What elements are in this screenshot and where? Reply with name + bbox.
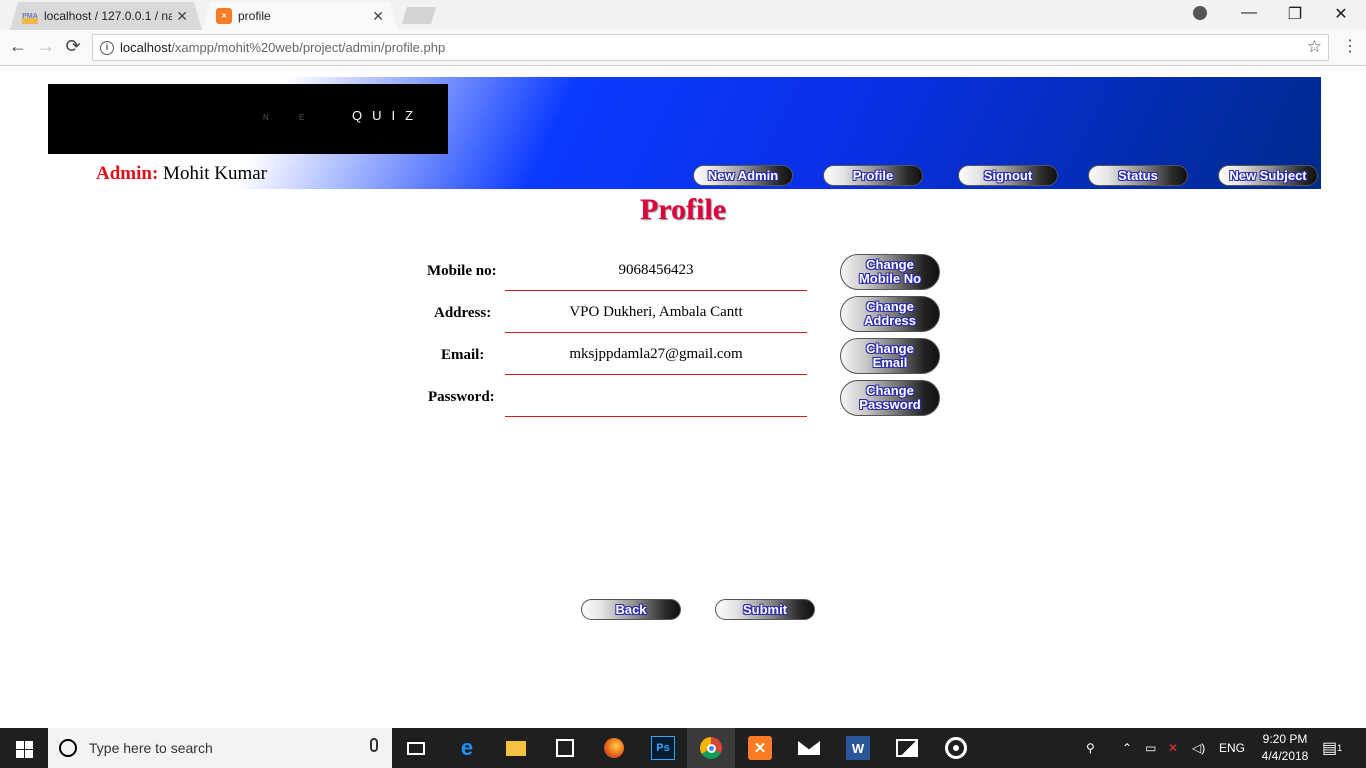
new-tab-button[interactable]	[402, 7, 436, 24]
admin-name: Mohit Kumar	[163, 163, 268, 184]
microphone-icon[interactable]	[370, 738, 378, 752]
change-email-line2: Email	[872, 355, 908, 370]
action-center-icon[interactable]: ▤ 1	[1322, 728, 1342, 768]
task-view-icon[interactable]	[404, 736, 428, 760]
browser-tab-bar: PMA localhost / 127.0.0.1 / na ✕ ✕ profi…	[0, 0, 1366, 30]
change-address-button[interactable]: Change Address	[840, 296, 940, 332]
change-email-button[interactable]: Change Email	[840, 338, 940, 374]
system-clock[interactable]: 9:20 PM 4/4/2018	[1258, 731, 1312, 765]
back-button[interactable]: Back	[581, 599, 681, 620]
info-icon[interactable]: i	[100, 40, 114, 55]
change-password-line2: Password	[859, 397, 921, 412]
address-value: VPO Dukheri, Ambala Cantt	[569, 304, 743, 320]
windows-taskbar: Type here to search e Ps ✕ W ⚲ ⌃ ▭ ✕ ◁) …	[0, 728, 1366, 768]
taskbar-search[interactable]: Type here to search	[48, 728, 392, 768]
profile-button[interactable]: Profile	[823, 165, 923, 186]
notification-count: 1	[1337, 743, 1343, 753]
password-underline	[505, 416, 807, 417]
restore-button[interactable]: ❐	[1272, 4, 1318, 24]
site-logo: N E QUIZ	[48, 84, 448, 154]
change-address-line2: Address	[863, 313, 917, 328]
logo-faint-text: N E	[263, 113, 319, 122]
tab-phpmyadmin[interactable]: PMA localhost / 127.0.0.1 / na ✕	[10, 2, 202, 30]
mobile-label: Mobile no:	[427, 263, 497, 279]
bookmark-star-icon[interactable]: ☆	[1307, 37, 1322, 57]
tab-title: profile	[238, 9, 271, 23]
tab-profile[interactable]: ✕ profile ✕	[202, 2, 398, 30]
address-label: Address:	[434, 305, 492, 321]
xampp-icon[interactable]: ✕	[748, 736, 772, 760]
address-bar[interactable]: i localhost/xampp/mohit%20web/project/ad…	[92, 34, 1329, 61]
network-icon[interactable]: ✕	[1168, 728, 1178, 768]
word-icon[interactable]: W	[846, 736, 870, 760]
url-path: /xampp/mohit%20web/project/admin/profile…	[171, 40, 446, 55]
status-button[interactable]: Status	[1088, 165, 1188, 186]
start-button[interactable]	[0, 728, 48, 768]
volume-icon[interactable]: ◁)	[1192, 728, 1205, 768]
mail-icon[interactable]	[797, 736, 821, 760]
tab-title: localhost / 127.0.0.1 / na	[44, 9, 172, 23]
clock-date: 4/4/2018	[1261, 749, 1309, 763]
change-password-line1: Change	[866, 383, 914, 398]
page-title: Profile	[639, 193, 727, 226]
forward-icon[interactable]: →	[35, 36, 57, 57]
new-admin-button[interactable]: New Admin	[693, 165, 793, 186]
store-icon[interactable]	[553, 736, 577, 760]
url-host: localhost	[120, 40, 172, 55]
back-icon[interactable]: ←	[7, 36, 29, 57]
groove-icon[interactable]	[944, 736, 968, 760]
new-subject-button[interactable]: New Subject	[1218, 165, 1318, 186]
logo-text: QUIZ	[352, 108, 424, 123]
change-email-line1: Change	[866, 341, 914, 356]
cortana-icon	[59, 739, 77, 757]
minimize-button[interactable]: —	[1226, 4, 1272, 22]
address-underline	[505, 332, 807, 333]
search-placeholder: Type here to search	[89, 740, 213, 756]
chrome-icon[interactable]	[699, 736, 723, 760]
edge-icon[interactable]: e	[455, 735, 479, 760]
phpmyadmin-icon: PMA	[22, 8, 38, 24]
xampp-icon: ✕	[216, 8, 232, 24]
photoshop-icon[interactable]: Ps	[651, 736, 675, 760]
firefox-icon[interactable]	[602, 736, 626, 760]
mobile-value: 9068456423	[618, 262, 694, 278]
change-mobile-line1: Change	[866, 257, 914, 272]
battery-icon[interactable]: ▭	[1145, 728, 1156, 768]
change-address-line1: Change	[866, 299, 914, 314]
close-tab-icon[interactable]: ✕	[176, 8, 188, 25]
browser-menu-icon[interactable]: ⋮	[1342, 36, 1358, 56]
photos-icon[interactable]	[895, 736, 919, 760]
people-icon[interactable]: ⚲	[1086, 728, 1095, 768]
admin-label: Admin:	[96, 163, 159, 184]
email-label: Email:	[441, 347, 485, 363]
user-profile-icon[interactable]	[1193, 6, 1207, 20]
reload-icon[interactable]: ⟳	[62, 36, 84, 57]
email-underline	[505, 374, 807, 375]
change-mobile-line2: Mobile No	[858, 271, 922, 286]
browser-toolbar: ← → ⟳ i localhost/xampp/mohit%20web/proj…	[0, 30, 1366, 66]
clock-time: 9:20 PM	[1262, 732, 1308, 746]
change-mobile-button[interactable]: Change Mobile No	[840, 254, 940, 290]
email-value: mksjppdamla27@gmail.com	[569, 346, 743, 362]
show-hidden-icons[interactable]: ⌃	[1122, 728, 1132, 768]
change-password-button[interactable]: Change Password	[840, 380, 940, 416]
file-explorer-icon[interactable]	[504, 736, 528, 760]
password-label: Password:	[428, 389, 495, 405]
close-window-button[interactable]: ✕	[1318, 4, 1364, 24]
language-indicator[interactable]: ENG	[1219, 728, 1245, 768]
mobile-underline	[505, 290, 807, 291]
admin-info: Admin: Mohit Kumar	[96, 163, 267, 185]
submit-button[interactable]: Submit	[715, 599, 815, 620]
signout-button[interactable]: Signout	[958, 165, 1058, 186]
close-tab-icon[interactable]: ✕	[372, 8, 384, 25]
